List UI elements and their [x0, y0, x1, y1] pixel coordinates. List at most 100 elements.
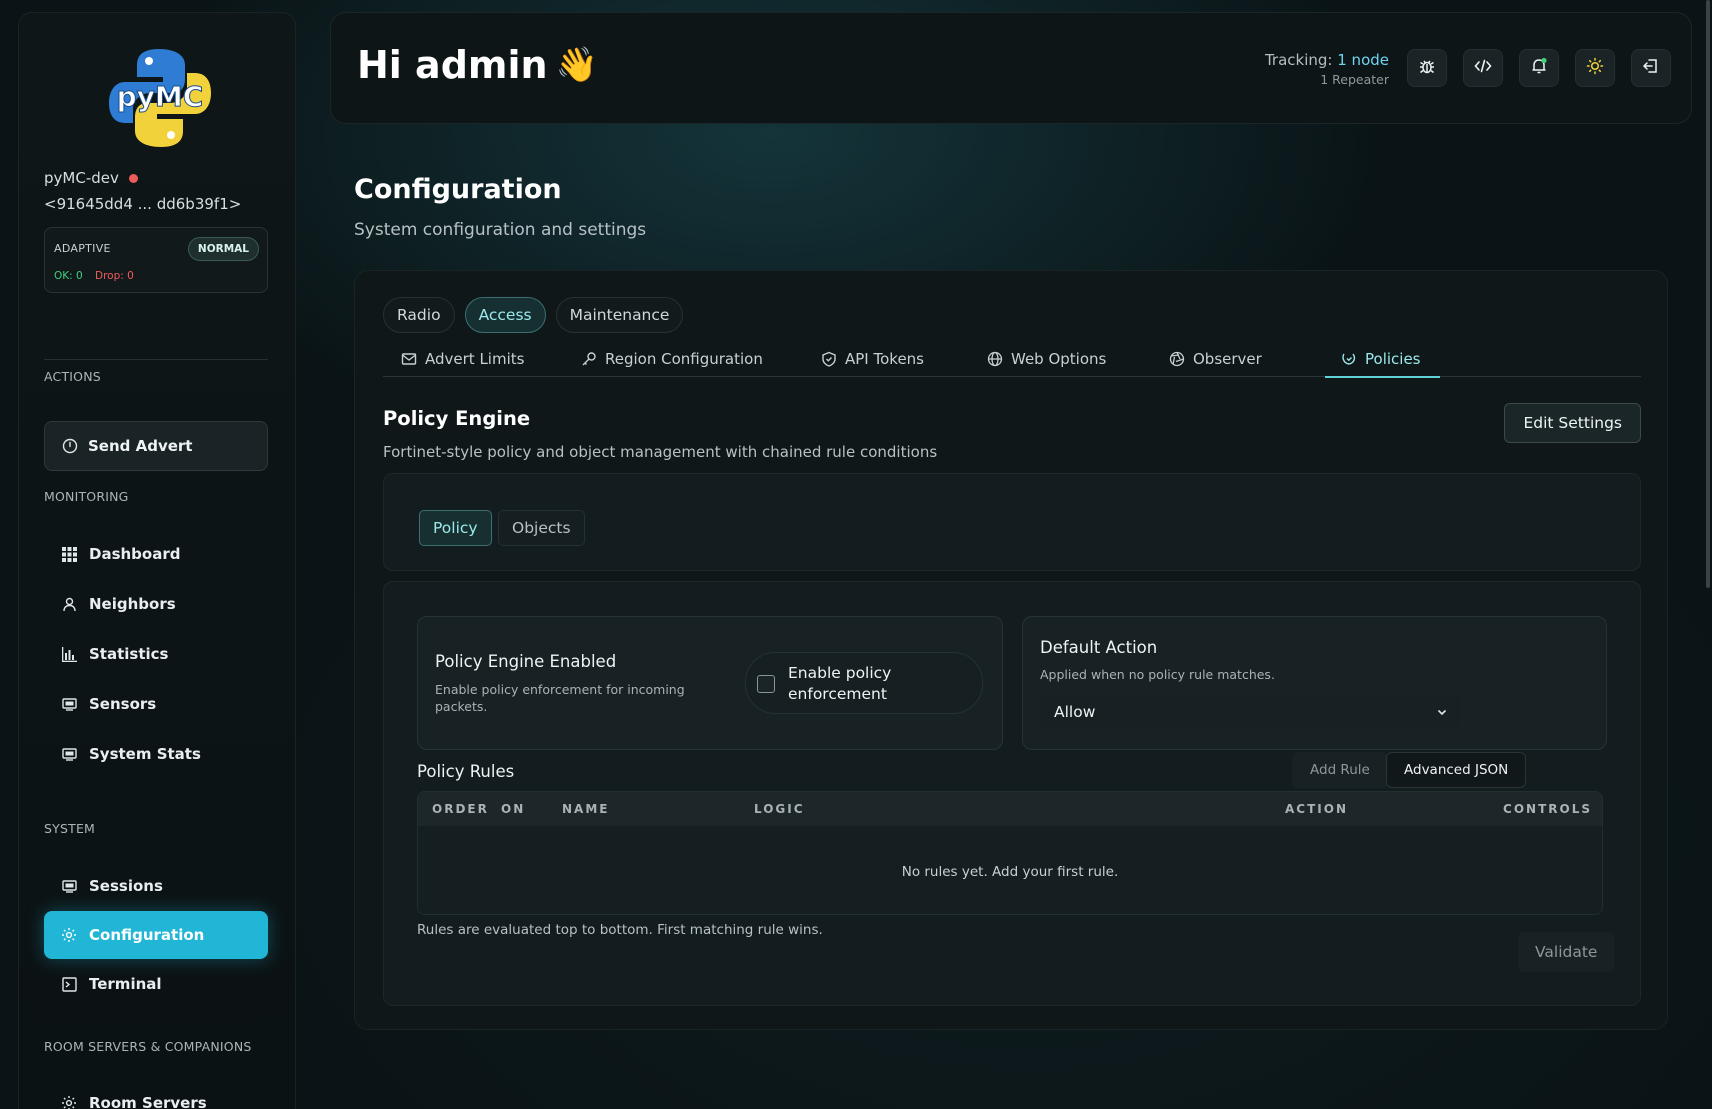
subtab-web-options[interactable]: Web Options [987, 341, 1106, 377]
logout-icon [1642, 57, 1660, 79]
tab-maintenance[interactable]: Maintenance [555, 297, 684, 333]
drop-count: Drop: 0 [95, 270, 134, 282]
add-rule-button[interactable]: Add Rule [1292, 752, 1388, 788]
chevron-down-icon [1436, 695, 1448, 729]
policy-engine-title: Policy Engine [383, 407, 531, 430]
enable-policy-label: Enable policy enforcement [788, 663, 891, 705]
sidebar-item-terminal[interactable]: Terminal [44, 961, 268, 1007]
enable-policy-checkbox[interactable] [757, 675, 775, 693]
sidebar-item-label: Statistics [89, 645, 169, 663]
sidebar-item-neighbors[interactable]: Neighbors [44, 581, 268, 627]
clock-icon [62, 438, 78, 454]
policy-engine-subtitle: Fortinet-style policy and object managem… [383, 443, 938, 461]
enable-policy-label-line1: Enable policy [788, 664, 892, 682]
sidebar-item-room-servers[interactable]: Room Servers [44, 1080, 268, 1109]
column-action: ACTION [1285, 802, 1348, 816]
tab-policy[interactable]: Policy [419, 510, 492, 546]
subtab-advert-limits[interactable]: Advert Limits [401, 341, 524, 377]
subtab-label: Web Options [1011, 350, 1107, 368]
column-controls: CONTROLS [1503, 802, 1592, 816]
enabled-card-subtitle-line1: Enable policy enforcement for incoming [435, 682, 685, 697]
logout-button[interactable] [1631, 49, 1671, 87]
status-dot [128, 173, 138, 183]
subtab-label: Advert Limits [425, 350, 525, 368]
tab-radio[interactable]: Radio [383, 297, 455, 333]
bar-chart-icon [61, 646, 77, 662]
default-action-subtitle: Applied when no policy rule matches. [1040, 667, 1275, 682]
sun-icon [1586, 57, 1604, 79]
gear-icon [61, 927, 77, 943]
default-action-title: Default Action [1040, 638, 1158, 657]
empty-rules-message: No rules yet. Add your first rule. [901, 864, 1119, 880]
adaptive-label: ADAPTIVE [54, 242, 111, 255]
greeting: Hi admin 👋 [357, 43, 598, 87]
shield-icon [821, 351, 837, 367]
mail-icon [401, 351, 417, 367]
status-badge: NORMAL [187, 237, 259, 261]
section-monitoring: MONITORING [44, 489, 129, 504]
enabled-card-title: Policy Engine Enabled [435, 652, 617, 671]
node-name: pyMC-dev [44, 169, 138, 187]
tracking-line: Tracking: 1 node [1265, 51, 1389, 69]
section-room-servers: ROOM SERVERS & COMPANIONS [44, 1039, 252, 1054]
greeting-text: Hi admin [357, 43, 548, 87]
default-action-value: Allow [1054, 703, 1096, 721]
subtab-policies[interactable]: Policies [1324, 341, 1442, 378]
tab-objects[interactable]: Objects [498, 510, 585, 546]
policy-inner-tabs: Policy Objects [383, 473, 1641, 571]
sidebar-item-label: Dashboard [89, 545, 181, 563]
theme-toggle-button[interactable] [1575, 49, 1615, 87]
column-name: NAME [562, 802, 610, 816]
top-header: Hi admin 👋 Tracking: 1 node 1 Repeater [330, 12, 1692, 124]
subtab-region-configuration[interactable]: Region Configuration [581, 341, 763, 377]
sidebar-item-label: Terminal [89, 975, 162, 993]
column-order: ORDER [432, 802, 489, 816]
aperture-icon [1169, 351, 1185, 367]
send-advert-label: Send Advert [88, 437, 193, 455]
rules-note: Rules are evaluated top to bottom. First… [417, 922, 823, 938]
send-advert-button[interactable]: Send Advert [44, 421, 268, 471]
bug-icon [1418, 57, 1436, 79]
debug-button[interactable] [1407, 49, 1447, 87]
edit-settings-button[interactable]: Edit Settings [1504, 403, 1641, 443]
tracking-value: 1 node [1337, 51, 1389, 69]
policy-rules-title: Policy Rules [417, 762, 515, 781]
sidebar-item-configuration[interactable]: Configuration [44, 911, 268, 959]
advanced-json-button[interactable]: Advanced JSON [1386, 752, 1527, 788]
configuration-card: Radio Access Maintenance Advert Limits R… [354, 270, 1668, 1030]
subtab-label: API Tokens [845, 350, 924, 368]
sidebar-item-sensors[interactable]: Sensors [44, 681, 268, 727]
default-action-select[interactable]: Allow [1040, 695, 1460, 729]
subtab-label: Policies [1365, 350, 1421, 368]
policy-engine-enabled-card: Policy Engine Enabled Enable policy enfo… [417, 616, 1003, 750]
node-name-text: pyMC-dev [44, 169, 119, 187]
page-scrollbar[interactable] [1706, 0, 1710, 588]
sidebar-item-dashboard[interactable]: Dashboard [44, 531, 268, 577]
validate-button[interactable]: Validate [1518, 932, 1615, 972]
code-button[interactable] [1463, 49, 1503, 87]
sidebar-item-sessions[interactable]: Sessions [44, 863, 268, 909]
tab-access[interactable]: Access [464, 297, 546, 333]
sidebar-item-statistics[interactable]: Statistics [44, 631, 268, 677]
enable-policy-toggle[interactable]: Enable policy enforcement [745, 652, 983, 714]
pymc-logo: pyMC [105, 43, 215, 153]
notifications-button[interactable] [1519, 49, 1559, 87]
tracking-label: Tracking: [1264, 51, 1333, 69]
subtab-api-tokens[interactable]: API Tokens [821, 341, 924, 377]
tracking-sub: 1 Repeater [1320, 72, 1389, 87]
tracking-status: Tracking: 1 node 1 Repeater [1265, 51, 1389, 87]
globe-icon [987, 351, 1003, 367]
monitor-icon [61, 878, 77, 894]
adaptive-panel: ADAPTIVE NORMAL OK: 0 Drop: 0 [44, 227, 268, 293]
policy-rules-table: ORDER ON NAME LOGIC ACTION CONTROLS No r… [417, 791, 1603, 915]
sidebar-item-label: Configuration [89, 926, 205, 944]
code-icon [1474, 57, 1492, 79]
sidebar-item-label: Sessions [89, 877, 163, 895]
enabled-card-subtitle-line2: packets. [435, 699, 488, 714]
sidebar-item-system-stats[interactable]: System Stats [44, 731, 268, 777]
monitor-icon [61, 746, 77, 762]
section-actions: ACTIONS [44, 369, 101, 384]
default-action-card: Default Action Applied when no policy ru… [1022, 616, 1607, 750]
policy-panel: Policy Engine Enabled Enable policy enfo… [383, 581, 1641, 1006]
subtab-observer[interactable]: Observer [1169, 341, 1262, 377]
